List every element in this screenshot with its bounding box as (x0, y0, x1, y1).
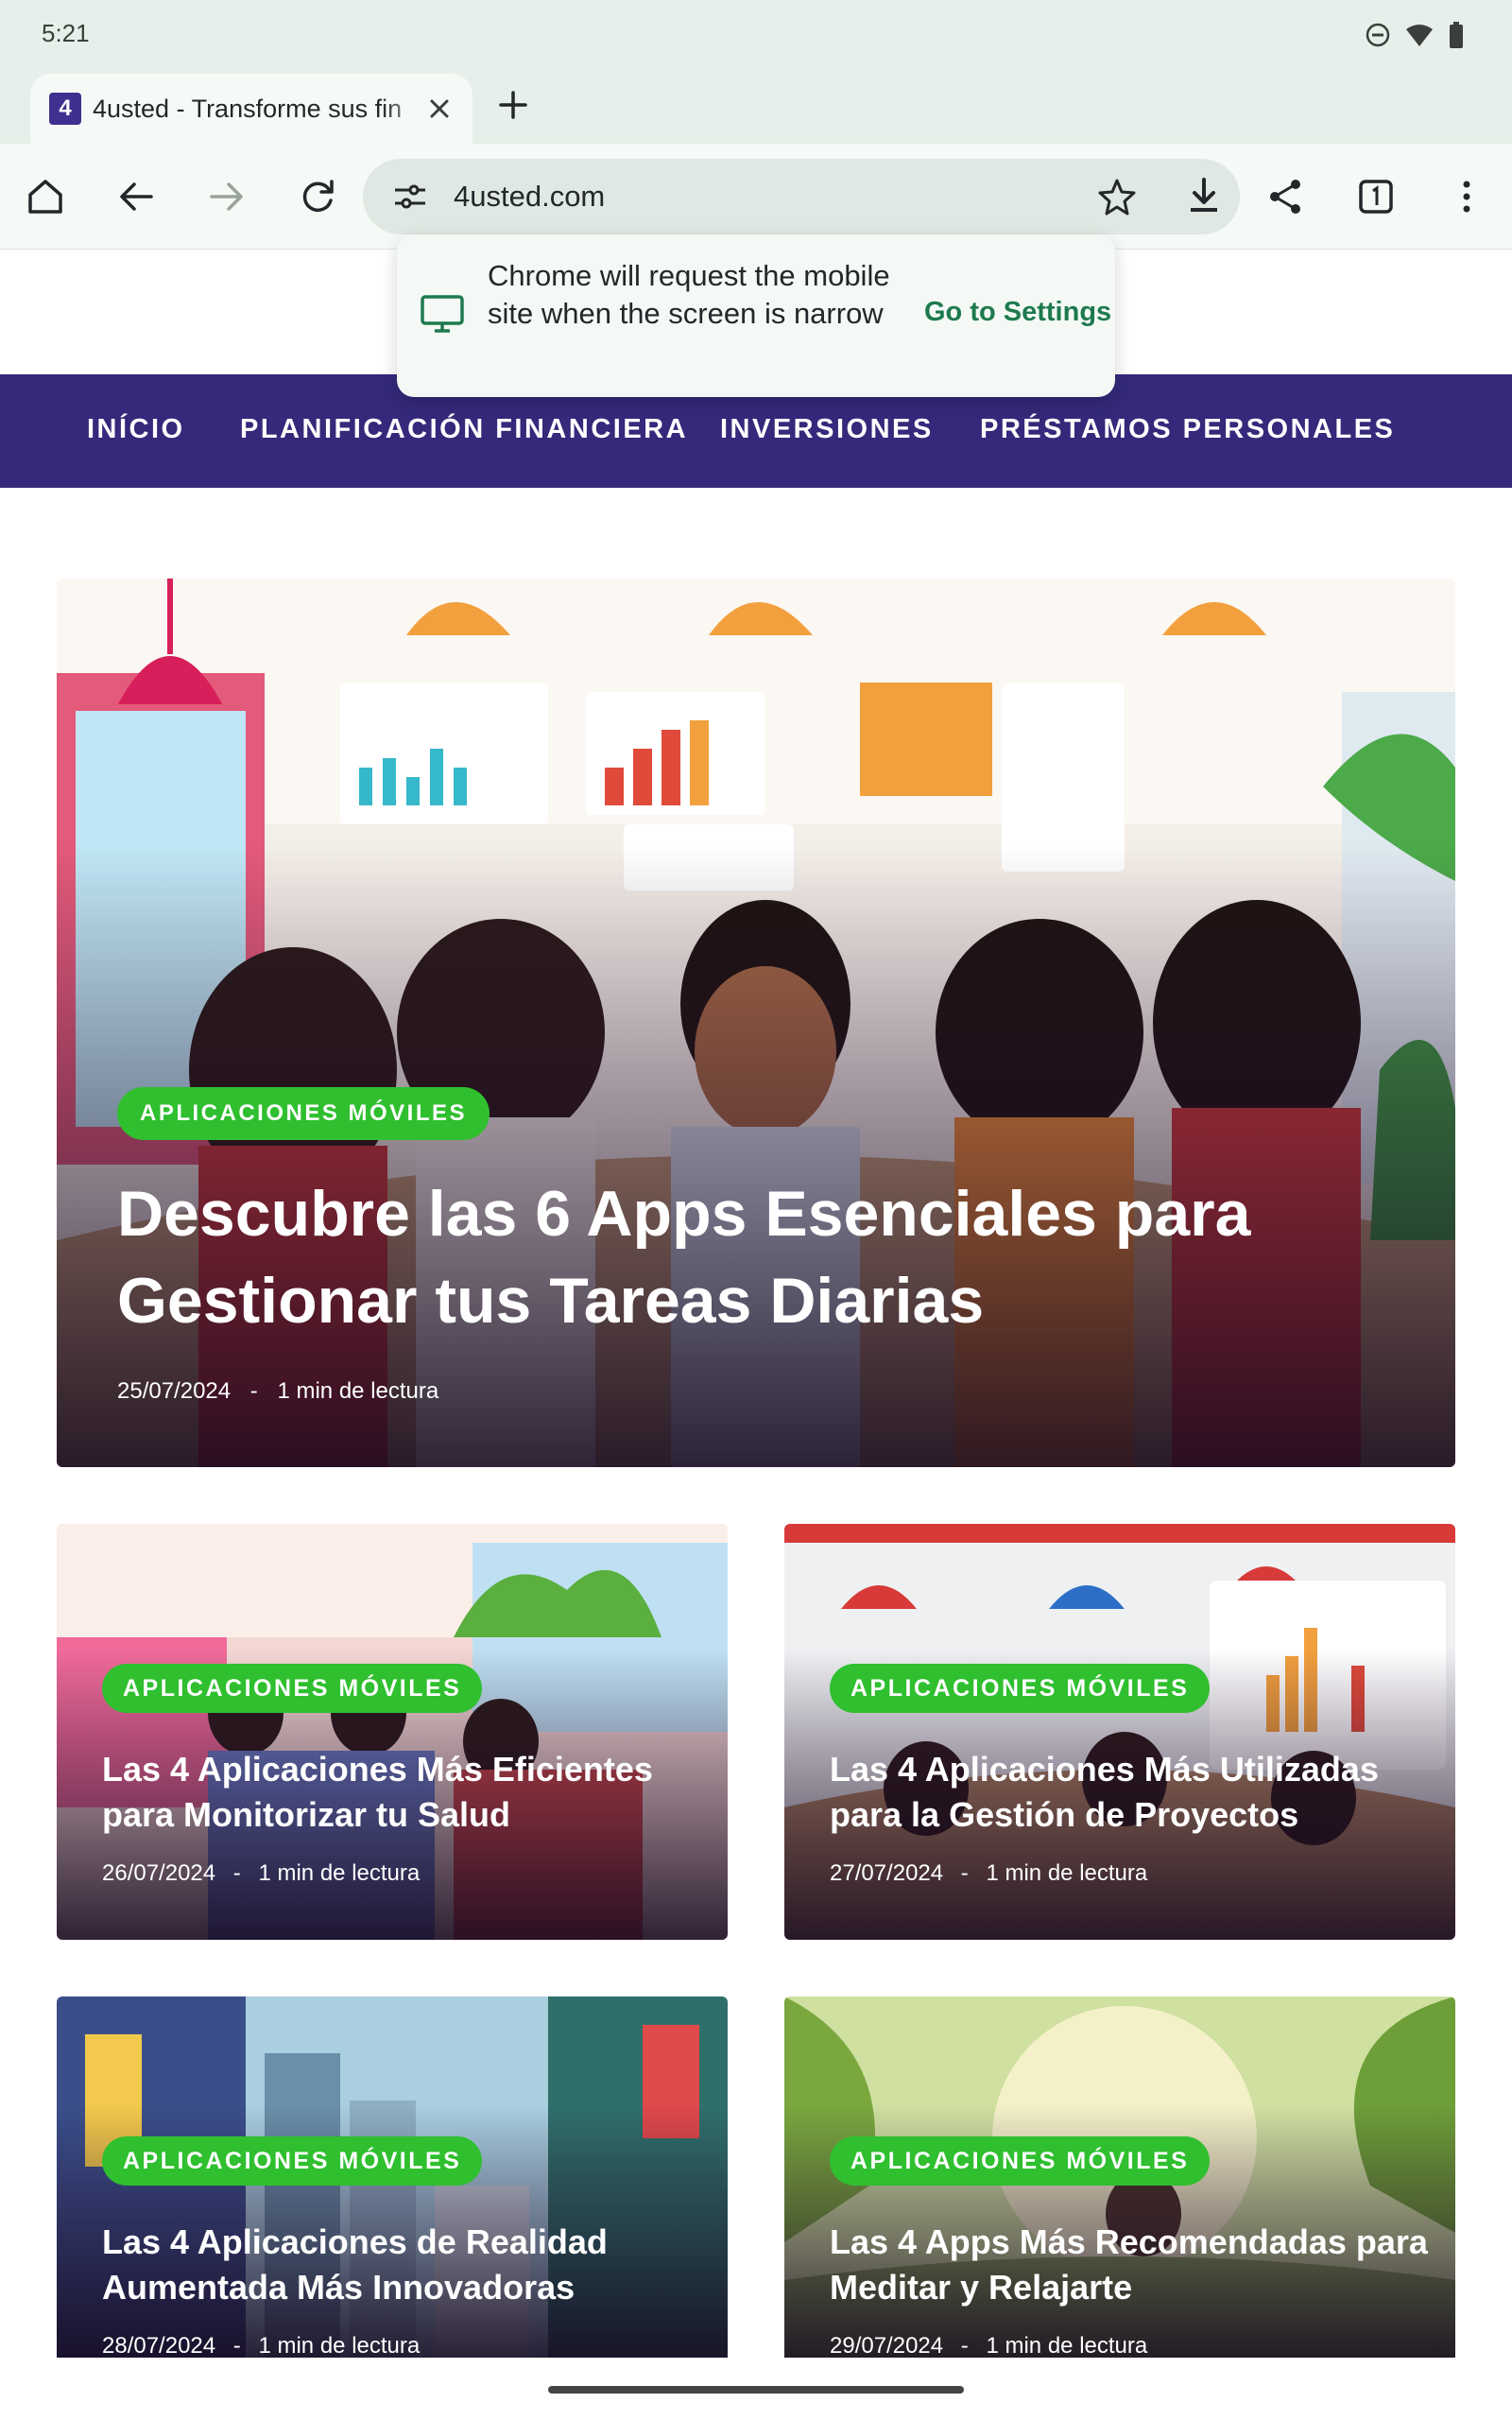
post-card[interactable]: APLICACIONES MÓVILES Las 4 Aplicaciones … (784, 1524, 1455, 1940)
post-title[interactable]: Descubre las 6 Apps Esenciales para Gest… (117, 1170, 1346, 1344)
nav-item-inversiones[interactable]: INVERSIONES (720, 414, 934, 445)
post-card[interactable]: APLICACIONES MÓVILES Las 4 Aplicaciones … (57, 1996, 728, 2358)
category-badge[interactable]: APLICACIONES MÓVILES (830, 2136, 1211, 2186)
meta-separator: - (960, 2333, 969, 2358)
share-icon (1270, 180, 1300, 214)
arrow-left-icon (120, 182, 153, 211)
bookmark-star-icon[interactable] (1096, 176, 1138, 217)
post-date: 28/07/2024 (102, 2333, 216, 2358)
post-meta: 25/07/2024 - 1 min de lectura (117, 1378, 438, 1405)
featured-post-card[interactable]: APLICACIONES MÓVILES Descubre las 6 Apps… (57, 579, 1455, 1467)
post-meta: 26/07/2024 - 1 min de lectura (102, 1860, 420, 1887)
site-settings-icon[interactable] (389, 176, 431, 217)
arrow-right-icon (210, 182, 243, 211)
desktop-monitor-icon (421, 295, 464, 333)
read-time: 1 min de lectura (258, 2333, 421, 2358)
desktop-site-popup: Chrome will request the mobile site when… (397, 234, 1115, 397)
gesture-home-indicator[interactable] (548, 2386, 964, 2394)
category-badge[interactable]: APLICACIONES MÓVILES (830, 1664, 1211, 1713)
reload-button[interactable] (291, 170, 344, 223)
post-card[interactable]: APLICACIONES MÓVILES Las 4 Apps Más Reco… (784, 1996, 1455, 2358)
reload-icon (302, 180, 334, 213)
browser-tab[interactable]: 4 4usted - Transforme sus fin (30, 74, 472, 144)
forward-button[interactable] (200, 170, 253, 223)
status-time: 5:21 (42, 19, 90, 47)
share-button[interactable] (1259, 170, 1312, 223)
meta-separator: - (232, 1860, 241, 1886)
url-text: 4usted.com (454, 180, 606, 213)
post-meta: 28/07/2024 - 1 min de lectura (102, 2333, 420, 2358)
read-time: 1 min de lectura (986, 2333, 1148, 2358)
do-not-disturb-icon (1366, 23, 1390, 47)
category-badge[interactable]: APLICACIONES MÓVILES (117, 1087, 490, 1140)
post-title[interactable]: Las 4 Aplicaciones Más Eficientes para M… (102, 1747, 707, 1838)
battery-icon (1450, 22, 1463, 48)
tab-count-icon (1359, 180, 1393, 214)
back-button[interactable] (110, 170, 163, 223)
menu-button[interactable] (1440, 170, 1493, 223)
post-card[interactable]: APLICACIONES MÓVILES Las 4 Aplicaciones … (57, 1524, 728, 1940)
meta-separator: - (249, 1378, 258, 1404)
home-icon (28, 180, 62, 214)
status-bar: 5:21 (0, 0, 1512, 68)
post-title[interactable]: Las 4 Aplicaciones de Realidad Aumentada… (102, 2220, 707, 2310)
go-to-settings-link[interactable]: Go to Settings (924, 297, 1111, 328)
popup-message: Chrome will request the mobile site when… (488, 259, 890, 330)
category-badge[interactable]: APLICACIONES MÓVILES (102, 1664, 483, 1713)
read-time: 1 min de lectura (277, 1378, 439, 1404)
new-tab-icon[interactable] (491, 83, 535, 127)
tab-strip: 4 4usted - Transforme sus fin (0, 68, 1512, 144)
post-date: 26/07/2024 (102, 1860, 216, 1886)
address-bar[interactable]: 4usted.com (363, 159, 1240, 234)
site-favicon-icon: 4 (49, 93, 81, 125)
nav-item-planificacion[interactable]: PLANIFICACIÓN FINANCIERA (240, 414, 688, 445)
meta-separator: - (960, 1860, 969, 1886)
download-icon[interactable] (1181, 174, 1227, 219)
post-meta: 29/07/2024 - 1 min de lectura (830, 2333, 1147, 2358)
wifi-icon (1406, 25, 1433, 46)
post-title[interactable]: Las 4 Apps Más Recomendadas para Meditar… (830, 2220, 1435, 2310)
read-time: 1 min de lectura (258, 1860, 421, 1886)
status-icons (1365, 21, 1465, 49)
home-button[interactable] (19, 170, 72, 223)
category-badge[interactable]: APLICACIONES MÓVILES (102, 2136, 483, 2186)
meta-separator: - (232, 2333, 241, 2358)
tab-switcher-button[interactable] (1349, 170, 1402, 223)
post-meta: 27/07/2024 - 1 min de lectura (830, 1860, 1147, 1887)
nav-item-inicio[interactable]: INÍCIO (87, 414, 185, 445)
post-title[interactable]: Las 4 Aplicaciones Más Utilizadas para l… (830, 1747, 1435, 1838)
nav-item-prestamos[interactable]: PRÉSTAMOS PERSONALES (980, 414, 1395, 445)
post-date: 29/07/2024 (830, 2333, 944, 2358)
more-vert-icon (1463, 181, 1470, 213)
post-date: 27/07/2024 (830, 1860, 944, 1886)
post-date: 25/07/2024 (117, 1378, 232, 1404)
read-time: 1 min de lectura (986, 1860, 1148, 1886)
close-tab-icon[interactable] (423, 93, 455, 125)
tab-title: 4usted - Transforme sus fin (93, 94, 403, 123)
